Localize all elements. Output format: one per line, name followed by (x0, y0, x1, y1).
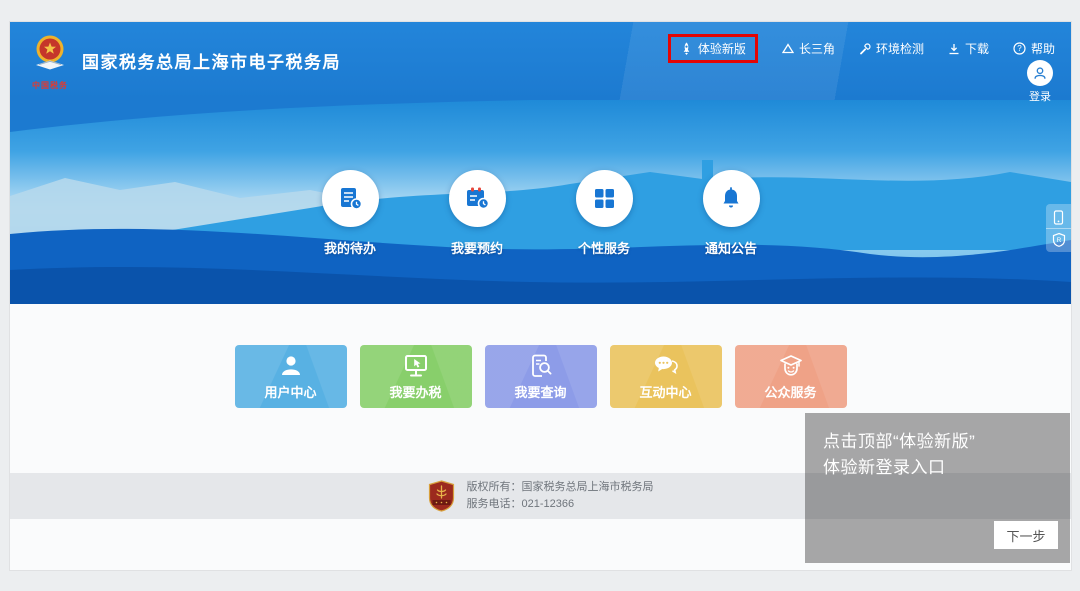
nav-item-new-version[interactable]: 体验新版 (667, 34, 758, 63)
nav-item-yangtze-delta[interactable]: 长三角 (781, 40, 835, 57)
footer-copyright: 版权所有：国家税务总局上海市税务局 (466, 481, 654, 493)
tile-label: 我要办税 (389, 384, 442, 400)
tile-label: 互动中心 (639, 384, 692, 400)
tile-inquiry[interactable]: 我要查询 (484, 345, 597, 408)
quick-link-personal-services[interactable]: 个性服务 (541, 170, 668, 257)
quick-link-label: 个性服务 (577, 241, 630, 256)
china-tax-emblem-icon (36, 35, 64, 70)
screenshot-stage: 中国税务 国家税务总局上海市电子税务局 体验新版 长三角 环境检测 下载 ? 帮… (0, 0, 1080, 591)
login-label: 登录 (1029, 91, 1051, 103)
monitor-cursor-icon (404, 354, 427, 376)
doc-search-icon (531, 354, 551, 377)
tile-label: 公众服务 (764, 384, 817, 400)
floating-side-widget: R (1046, 204, 1071, 252)
rocket-icon (683, 42, 690, 55)
quick-link-label: 通知公告 (704, 241, 757, 256)
main-tiles: 用户中心 我要办税 我要查询 互动中心 公众服务 (10, 345, 1071, 408)
nav-label: 帮助 (1030, 42, 1055, 56)
tile-handle-tax[interactable]: 我要办税 (359, 345, 472, 408)
page-title: 国家税务总局上海市电子税务局 (82, 53, 341, 72)
help-circle-icon: ? (1013, 42, 1026, 55)
tile-interaction-center[interactable]: 互动中心 (609, 345, 722, 408)
tile-label: 我要查询 (514, 384, 567, 400)
svg-text:?: ? (1017, 44, 1022, 53)
nav-item-download[interactable]: 下载 (948, 40, 989, 57)
quick-link-appointment[interactable]: 我要预约 (414, 170, 541, 257)
hero-banner: 我的待办 我要预约 个性服务 通知公告 R (10, 100, 1071, 304)
security-shield-button[interactable]: R (1046, 228, 1071, 249)
apps-grid-icon (594, 189, 614, 208)
header: 中国税务 国家税务总局上海市电子税务局 体验新版 长三角 环境检测 下载 ? 帮… (10, 22, 1071, 103)
footer-phone: 服务电话：021-12366 (466, 498, 575, 510)
delta-triangle-icon (781, 43, 794, 54)
next-step-button[interactable]: 下一步 (994, 521, 1058, 549)
calendar-clock-icon (466, 187, 489, 210)
tour-text-line1: 点击顶部“体验新版” (823, 432, 976, 451)
quick-link-label: 我要预约 (450, 241, 503, 256)
tax-emblem-logo: 中国税务 (24, 32, 76, 91)
top-nav: 体验新版 长三角 环境检测 下载 ? 帮助 (667, 34, 1055, 63)
tile-public-services[interactable]: 公众服务 (734, 345, 847, 408)
quick-link-my-todo[interactable]: 我的待办 (287, 170, 414, 257)
nav-item-env-check[interactable]: 环境检测 (859, 40, 924, 57)
todo-document-clock-icon (340, 188, 362, 210)
mobile-phone-icon (1053, 210, 1064, 225)
tour-tooltip: 点击顶部“体验新版” 体验新登录入口 下一步 (805, 413, 1070, 563)
nav-label: 体验新版 (697, 42, 746, 56)
tile-label: 用户中心 (264, 384, 317, 400)
tour-text-line2: 体验新登录入口 (823, 458, 946, 477)
red-shield-badge-icon (428, 480, 454, 512)
banner-quick-links: 我的待办 我要预约 个性服务 通知公告 (10, 170, 1071, 257)
quick-link-notices[interactable]: 通知公告 (668, 170, 795, 257)
mobile-app-button[interactable] (1046, 207, 1071, 228)
bell-icon (723, 186, 739, 207)
quick-link-label: 我的待办 (323, 241, 376, 256)
logo-caption: 中国税务 (32, 81, 68, 90)
svg-text:R: R (1056, 236, 1061, 243)
login-button[interactable]: 登录 (1025, 60, 1055, 104)
graduate-icon (779, 354, 802, 376)
nav-item-help[interactable]: ? 帮助 (1013, 40, 1055, 57)
chat-bubbles-icon (654, 356, 678, 374)
shield-r-icon: R (1052, 232, 1065, 247)
person-icon (1034, 67, 1046, 79)
nav-label: 环境检测 (875, 42, 924, 56)
wrench-icon (860, 42, 871, 54)
download-icon (949, 43, 959, 54)
login-avatar (1027, 60, 1053, 86)
nav-label: 下载 (964, 42, 989, 56)
nav-label: 长三角 (798, 42, 835, 56)
tile-user-center[interactable]: 用户中心 (234, 345, 347, 408)
user-icon (281, 355, 300, 375)
